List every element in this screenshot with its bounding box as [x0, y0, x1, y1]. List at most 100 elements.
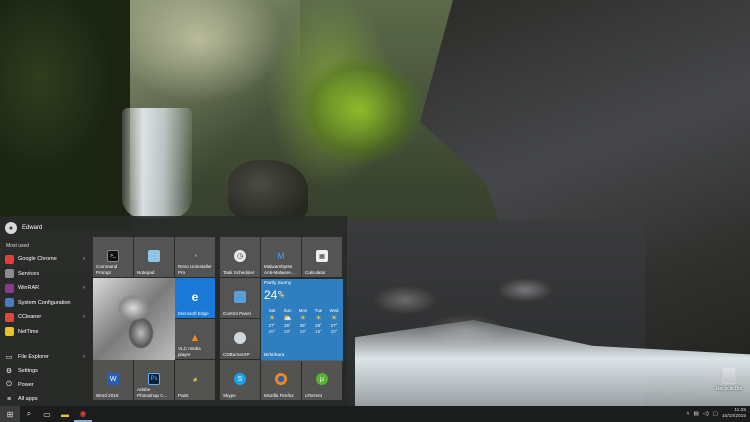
- app-icon: [5, 269, 14, 279]
- recycle-bin-shortcut[interactable]: Recycle Bin: [712, 368, 746, 392]
- tile-label: Calculator: [305, 269, 326, 275]
- control-panel-icon: [234, 291, 246, 303]
- tile-command-prompt[interactable]: >_ Command Prompt: [93, 237, 133, 277]
- tile-weather[interactable]: Partly Sunny 24° ☀ Sat ☀ 27° 20° Sun ⛅ 26° 20°…: [261, 279, 343, 361]
- tile-utorrent[interactable]: µ uTorrent: [302, 360, 342, 400]
- search-button[interactable]: ⌕: [20, 406, 38, 422]
- most-used-list: Google Chrome › Services WinRAR › System Conf…: [5, 252, 89, 339]
- skype-icon: S: [234, 373, 246, 385]
- tile-calculator[interactable]: ▦ Calculator: [302, 237, 342, 277]
- tile-photo-wolf[interactable]: [93, 278, 175, 360]
- weather-forecast: Sat ☀ 27° 20° Sun ⛅ 26° 20° Mon ☀ 26° 19° Tue ☀ 26°…: [265, 308, 341, 335]
- windows-logo-icon: ⊞: [6, 409, 14, 419]
- tile-label: Skype: [223, 392, 236, 398]
- system-item[interactable]: ≡ All apps: [5, 392, 89, 406]
- task-view-icon: ▭: [43, 409, 51, 419]
- folder-icon: ▭: [5, 354, 13, 361]
- app-icon: [5, 254, 14, 264]
- tile-control-panel[interactable]: Control Panel: [220, 278, 260, 318]
- system-item[interactable]: ⏻ Power: [5, 378, 89, 392]
- clock-date: 10/10/2015: [721, 414, 746, 419]
- partly-sunny-icon: ☀: [279, 293, 286, 300]
- utorrent-icon: µ: [316, 373, 328, 385]
- tile-photoshop[interactable]: Ps Adobe Photoshop C...: [134, 360, 174, 400]
- forecast-day: Mon ☀ 26° 19°: [296, 308, 310, 335]
- app-icon: [5, 283, 14, 293]
- day-low: 19°: [315, 329, 322, 334]
- tile-firefox[interactable]: Mozilla Firefox: [261, 360, 301, 400]
- malwarebytes-icon: M: [277, 251, 285, 261]
- taskbar-chrome[interactable]: ◉: [74, 406, 92, 422]
- network-icon[interactable]: ▤: [694, 411, 699, 417]
- waterfall: [122, 108, 192, 218]
- most-used-item[interactable]: CCleaner ›: [5, 310, 89, 325]
- tile-cdburnerxp[interactable]: CDBurnerXP: [220, 319, 260, 359]
- weather-location: Birkirkara: [264, 353, 285, 358]
- folder-icon: ▬: [61, 409, 69, 419]
- tile-label: Word 2016: [96, 392, 119, 398]
- day-low: 20°: [330, 329, 338, 334]
- paint-palette-icon: ◕: [192, 374, 198, 384]
- photoshop-icon: Ps: [148, 373, 160, 385]
- most-used-item[interactable]: System Configuration: [5, 296, 89, 311]
- recycle-bin-icon: [722, 368, 736, 384]
- chevron-right-icon[interactable]: ›: [83, 285, 85, 291]
- user-avatar-icon: ●: [5, 222, 17, 234]
- all-apps-icon: ≡: [6, 395, 12, 403]
- sun-icon: ☀: [299, 315, 307, 322]
- tile-notepad[interactable]: Notepad: [134, 237, 174, 277]
- forecast-day: Tue ☀ 26° 19°: [312, 308, 326, 335]
- tile-label: Malwarebytes Anti-Malware...: [264, 264, 295, 275]
- app-icon: [5, 327, 14, 337]
- tile-label: uTorrent: [305, 392, 322, 398]
- tile-skype[interactable]: S Skype: [220, 360, 260, 400]
- revo-icon: ◔: [192, 251, 198, 261]
- task-view-button[interactable]: ▭: [38, 406, 56, 422]
- sun-icon: ☀: [315, 315, 322, 322]
- forecast-day: Wed ☀ 27° 20°: [327, 308, 341, 335]
- sun-icon: ☀: [268, 315, 276, 322]
- tile-malwarebytes[interactable]: M Malwarebytes Anti-Malware...: [261, 237, 301, 277]
- system-item-label: File Explorer: [18, 354, 49, 360]
- tile-vlc[interactable]: ▲ VLC media player: [175, 319, 215, 359]
- most-used-item[interactable]: WinRAR ›: [5, 281, 89, 296]
- app-icon: [5, 298, 14, 308]
- tile-microsoft-edge[interactable]: e Microsoft Edge: [175, 278, 215, 318]
- system-item[interactable]: ▭ File Explorer ›: [5, 350, 89, 364]
- most-used-item[interactable]: NetTime: [5, 325, 89, 340]
- most-used-heading: Most used: [6, 243, 30, 249]
- taskbar-file-explorer[interactable]: ▬: [56, 406, 74, 422]
- weather-condition: Partly Sunny: [264, 281, 292, 286]
- tile-word[interactable]: W Word 2016: [93, 360, 133, 400]
- system-tray: ˄ ▤ ◁) ▢ 11:25 10/10/2015: [686, 406, 746, 422]
- most-used-item[interactable]: Google Chrome ›: [5, 252, 89, 267]
- system-item-label: Settings: [18, 368, 38, 374]
- recycle-bin-label: Recycle Bin: [715, 386, 743, 392]
- start-button[interactable]: ⊞: [0, 406, 20, 422]
- system-item[interactable]: ⚙ Settings: [5, 364, 89, 378]
- system-item-label: All apps: [18, 396, 38, 402]
- tile-revo-uninstaller[interactable]: ◔ Revo Uninstaller Pro: [175, 237, 215, 277]
- show-hidden-icons-chevron-icon[interactable]: ˄: [686, 411, 689, 417]
- cd-icon: [234, 332, 246, 344]
- chevron-right-icon[interactable]: ›: [83, 354, 85, 360]
- clock[interactable]: 11:25 10/10/2015: [722, 408, 746, 420]
- most-used-item[interactable]: Services: [5, 267, 89, 282]
- user-account[interactable]: ● Edward: [5, 222, 42, 234]
- calculator-icon: ▦: [316, 250, 328, 262]
- chevron-right-icon[interactable]: ›: [83, 314, 85, 320]
- app-label: WinRAR: [18, 285, 40, 292]
- clock-icon: ◷: [234, 250, 246, 262]
- system-items-list: ▭ File Explorer › ⚙ Settings ⏻ Power ≡ All apps: [5, 350, 89, 406]
- chevron-right-icon[interactable]: ›: [83, 256, 85, 262]
- system-item-label: Power: [18, 382, 34, 388]
- action-center-icon[interactable]: ▢: [713, 411, 718, 417]
- tile-task-scheduler[interactable]: ◷ Task Scheduler: [220, 237, 260, 277]
- tile-paint[interactable]: ◕ Paint: [175, 360, 215, 400]
- app-label: NetTime: [18, 328, 39, 335]
- notepad-icon: [148, 250, 160, 262]
- firefox-icon: [275, 373, 287, 385]
- foliage-left: [0, 0, 130, 230]
- tile-label: Control Panel: [223, 310, 251, 316]
- volume-icon[interactable]: ◁): [703, 411, 709, 417]
